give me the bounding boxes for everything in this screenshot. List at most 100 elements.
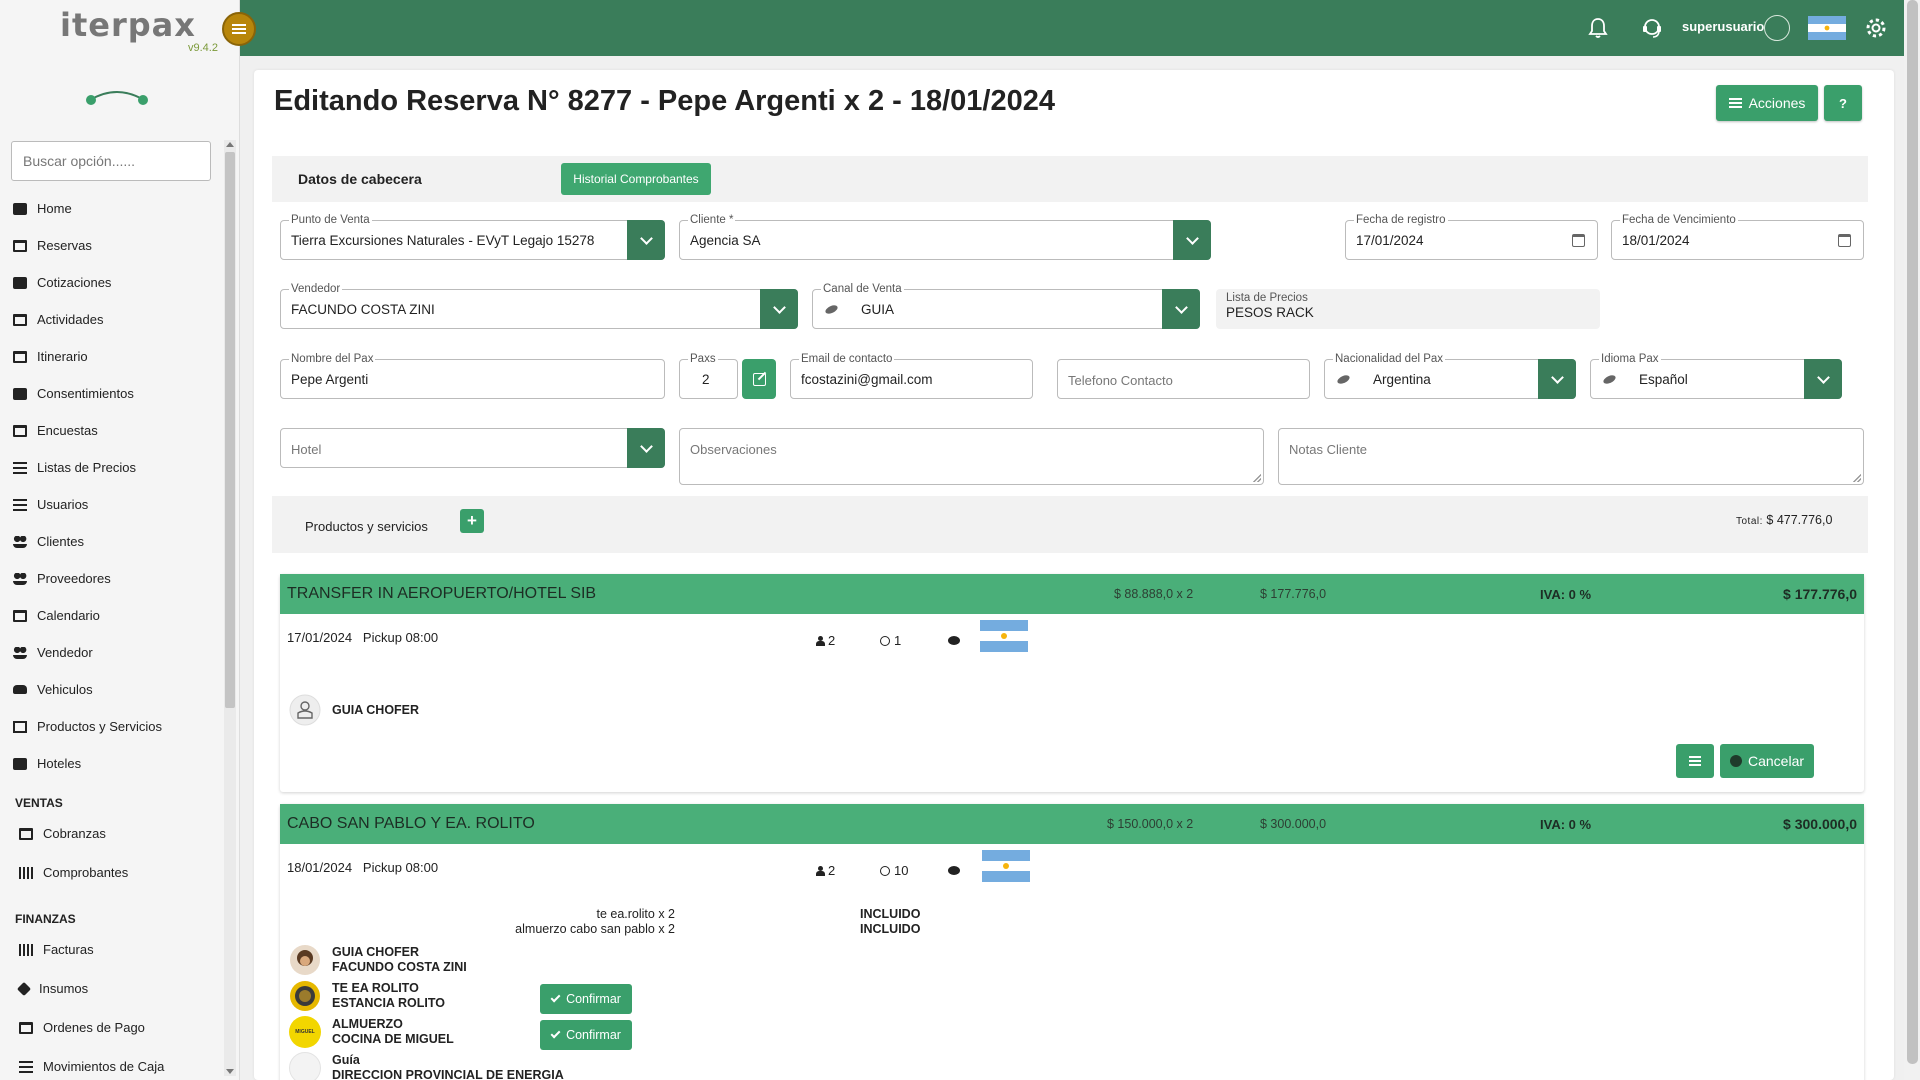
email-field[interactable]: Email de contacto fcostazini@gmail.com bbox=[790, 352, 1033, 399]
chevron-down-icon[interactable] bbox=[760, 289, 798, 329]
section-title-ventas: VENTAS bbox=[15, 796, 63, 810]
gear-icon[interactable] bbox=[1864, 16, 1888, 40]
sidebar-item-cobranzas[interactable]: Cobranzas bbox=[0, 814, 222, 853]
page-scrollbar[interactable] bbox=[1904, 0, 1920, 1080]
hotel-select[interactable]: Hotel bbox=[280, 428, 665, 468]
resource-row: MIGUEL ALMUERZO COCINA DE MIGUEL bbox=[289, 1016, 454, 1048]
logo-area: iterpax v9.4.2 bbox=[0, 0, 239, 56]
cliente-select[interactable]: Cliente * Agencia SA bbox=[679, 213, 1211, 260]
sidebar-item-usuarios[interactable]: Usuarios bbox=[0, 486, 222, 523]
chevron-down-icon[interactable] bbox=[1162, 289, 1200, 329]
sidebar-item-label: Proveedores bbox=[37, 571, 111, 586]
sidebar-item-movimientos-caja[interactable]: Movimientos de Caja bbox=[0, 1047, 222, 1080]
sidebar-item-actividades[interactable]: Actividades bbox=[0, 301, 222, 338]
users-icon bbox=[13, 646, 27, 659]
menu-toggle-button[interactable] bbox=[222, 12, 256, 46]
idioma-select[interactable]: Idioma Pax Español bbox=[1590, 352, 1842, 399]
cancel-button[interactable]: Cancelar bbox=[1720, 744, 1814, 778]
chevron-down-icon[interactable] bbox=[627, 428, 665, 468]
list-icon bbox=[19, 1060, 33, 1073]
calendar-icon[interactable] bbox=[1838, 234, 1851, 247]
page-title: Editando Reserva N° 8277 - Pepe Argenti … bbox=[274, 85, 1055, 117]
add-product-button[interactable]: + bbox=[460, 509, 484, 533]
total-label: Total: bbox=[1736, 516, 1763, 527]
fecha-registro-field[interactable]: Fecha de registro 17/01/2024 bbox=[1345, 213, 1598, 260]
comment-icon[interactable] bbox=[948, 866, 960, 875]
resource-role: Guía bbox=[332, 1053, 360, 1067]
sidebar-item-home[interactable]: Home bbox=[0, 190, 222, 227]
confirm-button[interactable]: Confirmar bbox=[540, 1020, 632, 1050]
argentina-flag-icon[interactable] bbox=[1808, 16, 1846, 40]
sidebar-item-comprobantes[interactable]: Comprobantes bbox=[0, 853, 222, 892]
help-button[interactable]: ? bbox=[1824, 85, 1862, 121]
nombre-pax-input[interactable]: Nombre del Pax Pepe Argenti bbox=[280, 352, 665, 399]
details-button[interactable] bbox=[1676, 744, 1714, 778]
nacionalidad-select[interactable]: Nacionalidad del Pax Argentina bbox=[1324, 352, 1576, 399]
headset-icon[interactable] bbox=[1640, 16, 1664, 40]
resize-handle-icon[interactable] bbox=[1853, 474, 1861, 482]
calendar-icon[interactable] bbox=[1572, 234, 1585, 247]
scroll-up-icon[interactable] bbox=[226, 142, 234, 147]
list-icon bbox=[1689, 755, 1701, 766]
sidebar-item-calendario[interactable]: Calendario bbox=[0, 597, 222, 634]
paxs-input[interactable]: Paxs 2 bbox=[679, 352, 738, 399]
sidebar-item-itinerario[interactable]: Itinerario bbox=[0, 338, 222, 375]
confirm-label: Confirmar bbox=[566, 992, 621, 1006]
sidebar-item-label: Consentimientos bbox=[37, 386, 134, 401]
sidebar-item-encuestas[interactable]: Encuestas bbox=[0, 412, 222, 449]
field-label: Lista de Precios bbox=[1226, 292, 1308, 304]
product-header[interactable]: TRANSFER IN AEROPUERTO/HOTEL SIB $ 88.88… bbox=[280, 574, 1864, 614]
canal-venta-select[interactable]: Canal de Venta GUIA bbox=[812, 282, 1200, 329]
sidebar-search-input[interactable] bbox=[11, 141, 211, 181]
bell-icon[interactable] bbox=[1586, 16, 1610, 40]
vendedor-select[interactable]: Vendedor FACUNDO COSTA ZINI bbox=[280, 282, 798, 329]
cocina-miguel-logo-icon: MIGUEL bbox=[289, 1016, 321, 1048]
sidebar-item-reservas[interactable]: Reservas bbox=[0, 227, 222, 264]
gift-icon bbox=[13, 720, 27, 733]
chevron-down-icon[interactable] bbox=[1173, 220, 1211, 260]
sidebar-item-insumos[interactable]: Insumos bbox=[0, 969, 222, 1008]
sidebar-item-hoteles[interactable]: Hoteles bbox=[0, 745, 222, 782]
sidebar-item-cotizaciones[interactable]: Cotizaciones bbox=[0, 264, 222, 301]
chevron-down-icon[interactable] bbox=[1804, 359, 1842, 399]
hamburger-icon bbox=[232, 28, 246, 30]
sidebar-item-ordenes-pago[interactable]: Ordenes de Pago bbox=[0, 1008, 222, 1047]
user-avatar-icon[interactable] bbox=[1764, 15, 1790, 41]
users-icon bbox=[13, 572, 27, 585]
product-card: CABO SAN PABLO Y EA. ROLITO $ 150.000,0 … bbox=[280, 804, 1864, 1080]
notas-cliente-textarea[interactable]: Notas Cliente bbox=[1278, 428, 1864, 485]
total-value: $ 477.776,0 bbox=[1766, 513, 1833, 527]
scroll-down-icon[interactable] bbox=[226, 1069, 234, 1074]
sidebar-item-label: Itinerario bbox=[37, 349, 88, 364]
product-header[interactable]: CABO SAN PABLO Y EA. ROLITO $ 150.000,0 … bbox=[280, 804, 1864, 844]
observaciones-textarea[interactable]: Observaciones bbox=[679, 428, 1264, 485]
sidebar-item-consentimientos[interactable]: Consentimientos bbox=[0, 375, 222, 412]
field-value: FACUNDO COSTA ZINI bbox=[291, 302, 435, 317]
sidebar-item-vehiculos[interactable]: Vehiculos bbox=[0, 671, 222, 708]
punto-venta-select[interactable]: Punto de Venta Tierra Excursiones Natura… bbox=[280, 213, 665, 260]
sidebar-item-proveedores[interactable]: Proveedores bbox=[0, 560, 222, 597]
sidebar-item-label: Cobranzas bbox=[43, 826, 106, 841]
confirm-button[interactable]: Confirmar bbox=[540, 984, 632, 1014]
calendar-icon bbox=[13, 350, 27, 363]
user-name[interactable]: superusuario bbox=[1682, 19, 1764, 34]
sidebar-item-listas-precios[interactable]: Listas de Precios bbox=[0, 449, 222, 486]
edit-pax-button[interactable] bbox=[742, 359, 776, 399]
chevron-down-icon[interactable] bbox=[1538, 359, 1576, 399]
acciones-button[interactable]: Acciones bbox=[1716, 85, 1818, 121]
products-section: Productos y servicios + Total: $ 477.776… bbox=[272, 496, 1868, 553]
sidebar-item-productos-servicios[interactable]: Productos y Servicios bbox=[0, 708, 222, 745]
sidebar-scroll-thumb[interactable] bbox=[225, 152, 235, 708]
page-scroll-thumb[interactable] bbox=[1907, 0, 1918, 1064]
sidebar-item-vendedor[interactable]: Vendedor bbox=[0, 634, 222, 671]
comment-icon[interactable] bbox=[948, 636, 960, 645]
historial-comprobantes-button[interactable]: Historial Comprobantes bbox=[561, 163, 711, 195]
fecha-vencimiento-field[interactable]: Fecha de Vencimiento 18/01/2024 bbox=[1611, 213, 1864, 260]
sidebar-item-label: Cotizaciones bbox=[37, 275, 112, 290]
telefono-input[interactable]: Telefono Contacto bbox=[1057, 359, 1310, 399]
sidebar-item-facturas[interactable]: Facturas bbox=[0, 930, 222, 969]
sidebar-scrollbar[interactable] bbox=[224, 140, 236, 1076]
resize-handle-icon[interactable] bbox=[1253, 474, 1261, 482]
chevron-down-icon[interactable] bbox=[627, 220, 665, 260]
sidebar-item-clientes[interactable]: Clientes bbox=[0, 523, 222, 560]
